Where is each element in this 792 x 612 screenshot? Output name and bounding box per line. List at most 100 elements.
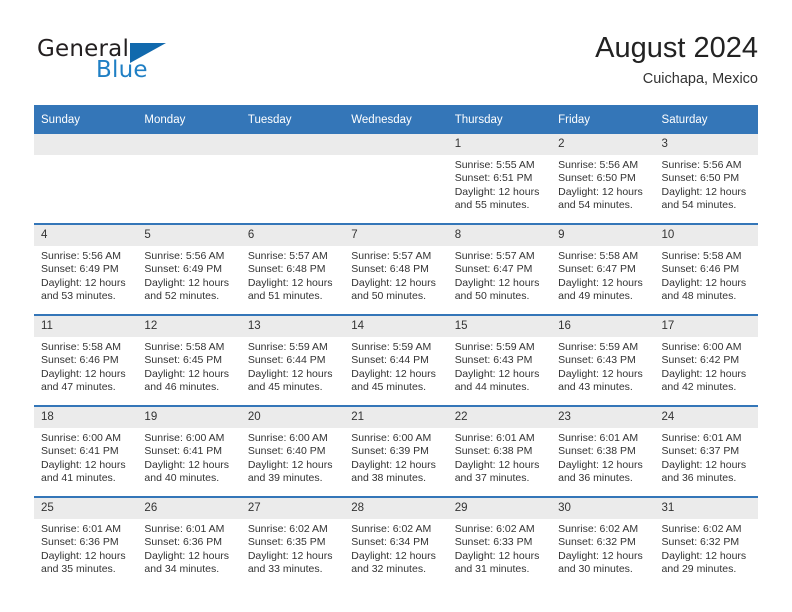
weekday-header-thursday: Thursday	[447, 105, 552, 134]
calendar-day-cell[interactable]: 30 Sunrise: 6:02 AM Sunset: 6:32 PM Dayligh…	[551, 496, 655, 587]
daylight-text: Daylight: 12 hours and 36 minutes.	[661, 458, 747, 484]
calendar-day-cell-empty	[344, 134, 448, 224]
day-number: 8	[447, 225, 552, 246]
sunset-text: Sunset: 6:48 PM	[351, 263, 429, 276]
sunset-text: Sunset: 6:43 PM	[454, 354, 533, 367]
day-number: 27	[240, 498, 345, 519]
calendar-day-cell[interactable]: 24 Sunrise: 6:01 AM Sunset: 6:37 PM Dayligh…	[654, 405, 758, 497]
calendar-day-cell[interactable]: 26 Sunrise: 6:01 AM Sunset: 6:36 PM Dayligh…	[137, 496, 241, 587]
sunrise-text: Sunrise: 5:56 AM	[661, 159, 742, 171]
sunset-text: Sunset: 6:36 PM	[41, 536, 119, 549]
calendar-day-cell[interactable]: 18 Sunrise: 6:00 AM Sunset: 6:41 PM Dayligh…	[34, 405, 138, 497]
calendar-day-cell[interactable]: 14 Sunrise: 5:59 AM Sunset: 6:44 PM Dayligh…	[344, 314, 448, 406]
calendar-day-cell[interactable]: 25 Sunrise: 6:01 AM Sunset: 6:36 PM Dayligh…	[34, 496, 138, 587]
day-details: Sunrise: 5:56 AM Sunset: 6:50 PM Daylight:…	[655, 155, 758, 212]
daylight-text: Daylight: 12 hours and 46 minutes.	[144, 367, 230, 393]
calendar-day-cell[interactable]: 21 Sunrise: 6:00 AM Sunset: 6:39 PM Dayligh…	[344, 405, 448, 497]
calendar-day-cell[interactable]: 17 Sunrise: 6:00 AM Sunset: 6:42 PM Dayligh…	[654, 314, 758, 406]
sunrise-text: Sunrise: 6:01 AM	[661, 432, 742, 444]
day-number: 29	[447, 498, 552, 519]
calendar-day-cell[interactable]: 10 Sunrise: 5:58 AM Sunset: 6:46 PM Dayligh…	[654, 223, 758, 315]
day-number: 4	[34, 225, 138, 246]
calendar-day-cell[interactable]: 31 Sunrise: 6:02 AM Sunset: 6:32 PM Dayligh…	[654, 496, 758, 587]
day-details: Sunrise: 6:01 AM Sunset: 6:36 PM Daylight:…	[137, 519, 240, 576]
calendar-day-cell[interactable]: 3 Sunrise: 5:56 AM Sunset: 6:50 PM Daylight…	[654, 134, 758, 224]
sunrise-text: Sunrise: 6:01 AM	[41, 523, 121, 535]
day-details: Sunrise: 6:00 AM Sunset: 6:41 PM Daylight:…	[137, 428, 240, 485]
calendar-day-cell[interactable]: 27 Sunrise: 6:02 AM Sunset: 6:35 PM Dayligh…	[240, 496, 345, 587]
sunset-text: Sunset: 6:44 PM	[247, 354, 326, 367]
weekday-header-saturday: Saturday	[654, 105, 758, 134]
calendar-day-cell[interactable]: 15 Sunrise: 5:59 AM Sunset: 6:43 PM Dayligh…	[447, 314, 552, 406]
sunset-text: Sunset: 6:48 PM	[247, 263, 326, 276]
sunrise-text: Sunrise: 6:00 AM	[661, 341, 742, 353]
daylight-text: Daylight: 12 hours and 42 minutes.	[661, 367, 747, 393]
calendar-day-cell[interactable]: 23 Sunrise: 6:01 AM Sunset: 6:38 PM Dayligh…	[551, 405, 655, 497]
day-details: Sunrise: 6:01 AM Sunset: 6:37 PM Daylight:…	[655, 428, 758, 485]
sunrise-text: Sunrise: 5:55 AM	[454, 159, 535, 171]
calendar-day-cell[interactable]: 20 Sunrise: 6:00 AM Sunset: 6:40 PM Dayligh…	[240, 405, 345, 497]
sunrise-text: Sunrise: 5:58 AM	[661, 250, 742, 262]
calendar-day-cell[interactable]: 2 Sunrise: 5:56 AM Sunset: 6:50 PM Daylight…	[551, 134, 655, 224]
weekday-header-wednesday: Wednesday	[344, 105, 448, 134]
calendar-day-cell[interactable]: 6 Sunrise: 5:57 AM Sunset: 6:48 PM Daylight…	[240, 223, 345, 315]
calendar-day-cell-empty	[240, 134, 345, 224]
calendar-day-cell[interactable]: 1 Sunrise: 5:55 AM Sunset: 6:51 PM Daylight…	[447, 134, 552, 224]
sunrise-text: Sunrise: 5:56 AM	[144, 250, 225, 262]
daylight-text: Daylight: 12 hours and 37 minutes.	[454, 458, 540, 484]
daylight-text: Daylight: 12 hours and 52 minutes.	[144, 276, 230, 302]
calendar-day-cell[interactable]: 22 Sunrise: 6:01 AM Sunset: 6:38 PM Dayligh…	[447, 405, 552, 497]
day-details: Sunrise: 6:01 AM Sunset: 6:38 PM Daylight:…	[448, 428, 551, 485]
sunset-text: Sunset: 6:43 PM	[558, 354, 636, 367]
calendar-page: General Blue August 2024 Cuichapa, Mexic…	[0, 0, 792, 612]
day-details: Sunrise: 6:02 AM Sunset: 6:33 PM Daylight:…	[448, 519, 551, 576]
sunrise-text: Sunrise: 6:02 AM	[247, 523, 328, 535]
day-number: 16	[551, 316, 655, 337]
sunrise-text: Sunrise: 6:02 AM	[454, 523, 535, 535]
day-number: 7	[344, 225, 448, 246]
sunrise-text: Sunrise: 5:57 AM	[247, 250, 328, 262]
daylight-text: Daylight: 12 hours and 54 minutes.	[558, 185, 643, 211]
daylight-text: Daylight: 12 hours and 30 minutes.	[558, 549, 643, 575]
sunrise-text: Sunrise: 5:58 AM	[41, 341, 121, 353]
calendar-day-cell-empty	[137, 134, 241, 224]
brand-logo[interactable]: General Blue	[34, 32, 254, 88]
day-number: 6	[240, 225, 345, 246]
day-number: 20	[240, 407, 345, 428]
calendar-day-cell[interactable]: 9 Sunrise: 5:58 AM Sunset: 6:47 PM Daylight…	[551, 223, 655, 315]
calendar-day-cell[interactable]: 28 Sunrise: 6:02 AM Sunset: 6:34 PM Dayligh…	[344, 496, 448, 587]
day-details: Sunrise: 6:00 AM Sunset: 6:40 PM Daylight:…	[241, 428, 344, 485]
sunrise-text: Sunrise: 6:01 AM	[144, 523, 225, 535]
calendar-day-cell[interactable]: 7 Sunrise: 5:57 AM Sunset: 6:48 PM Daylight…	[344, 223, 448, 315]
sunset-text: Sunset: 6:47 PM	[558, 263, 636, 276]
sunrise-text: Sunrise: 5:59 AM	[558, 341, 639, 353]
sunrise-text: Sunrise: 5:59 AM	[454, 341, 535, 353]
calendar-day-cell[interactable]: 19 Sunrise: 6:00 AM Sunset: 6:41 PM Dayligh…	[137, 405, 241, 497]
day-details: Sunrise: 5:59 AM Sunset: 6:43 PM Daylight:…	[448, 337, 551, 394]
sunset-text: Sunset: 6:40 PM	[247, 445, 326, 458]
daylight-text: Daylight: 12 hours and 45 minutes.	[351, 367, 436, 393]
page-subtitle: Cuichapa, Mexico	[642, 71, 758, 87]
daylight-text: Daylight: 12 hours and 39 minutes.	[247, 458, 333, 484]
calendar-day-cell[interactable]: 11 Sunrise: 5:58 AM Sunset: 6:46 PM Dayligh…	[34, 314, 138, 406]
sunrise-text: Sunrise: 6:02 AM	[351, 523, 432, 535]
day-details: Sunrise: 5:58 AM Sunset: 6:46 PM Daylight:…	[34, 337, 137, 394]
daylight-text: Daylight: 12 hours and 44 minutes.	[454, 367, 540, 393]
sunrise-text: Sunrise: 6:00 AM	[351, 432, 432, 444]
calendar-day-cell[interactable]: 4 Sunrise: 5:56 AM Sunset: 6:49 PM Daylight…	[34, 223, 138, 315]
calendar-day-cell[interactable]: 13 Sunrise: 5:59 AM Sunset: 6:44 PM Dayligh…	[240, 314, 345, 406]
day-number: 2	[551, 134, 655, 155]
sunset-text: Sunset: 6:41 PM	[144, 445, 223, 458]
sunset-text: Sunset: 6:38 PM	[454, 445, 533, 458]
calendar-day-cell[interactable]: 12 Sunrise: 5:58 AM Sunset: 6:45 PM Dayligh…	[137, 314, 241, 406]
day-number: 11	[34, 316, 138, 337]
calendar-day-cell[interactable]: 16 Sunrise: 5:59 AM Sunset: 6:43 PM Dayligh…	[551, 314, 655, 406]
calendar-day-cell[interactable]: 29 Sunrise: 6:02 AM Sunset: 6:33 PM Dayligh…	[447, 496, 552, 587]
calendar-day-cell[interactable]: 5 Sunrise: 5:56 AM Sunset: 6:49 PM Daylight…	[137, 223, 241, 315]
sunset-text: Sunset: 6:47 PM	[454, 263, 533, 276]
daylight-text: Daylight: 12 hours and 51 minutes.	[247, 276, 333, 302]
sunset-text: Sunset: 6:34 PM	[351, 536, 429, 549]
day-details: Sunrise: 6:02 AM Sunset: 6:34 PM Daylight:…	[344, 519, 447, 576]
day-number: 3	[654, 134, 758, 155]
calendar-day-cell[interactable]: 8 Sunrise: 5:57 AM Sunset: 6:47 PM Daylight…	[447, 223, 552, 315]
